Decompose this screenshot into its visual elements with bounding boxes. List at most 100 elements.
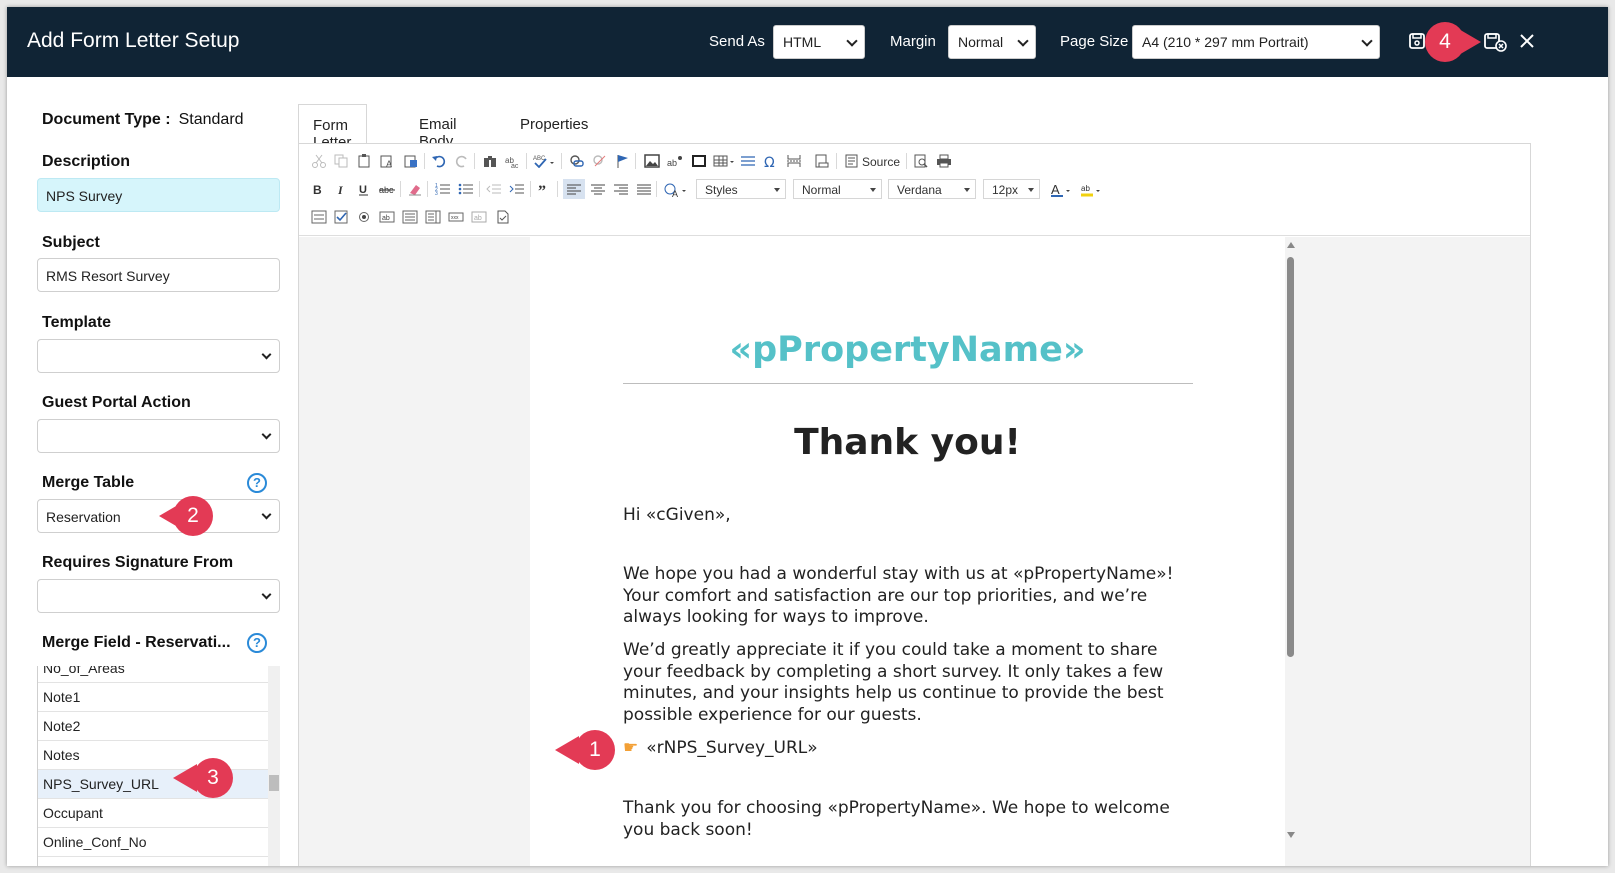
button-field-icon[interactable]: xxx [448, 210, 464, 224]
list-item[interactable]: Online_Conf_No [38, 828, 268, 857]
link-icon[interactable] [569, 154, 585, 168]
radio-icon[interactable] [357, 210, 373, 224]
textarea-icon[interactable] [402, 210, 418, 224]
align-right-icon[interactable] [613, 182, 629, 196]
spellcheck-icon[interactable]: ABC [533, 154, 555, 168]
source-label[interactable]: Source [862, 155, 900, 169]
underline-icon[interactable]: U [357, 182, 373, 196]
font-size-dropdown[interactable]: 12px [983, 179, 1040, 199]
redo-icon[interactable] [454, 154, 470, 168]
toolbar-separator [427, 181, 428, 197]
tab-form-letter[interactable]: Form Letter [298, 104, 368, 151]
text-field-icon[interactable]: ab [379, 210, 395, 224]
form-icon[interactable] [311, 210, 327, 224]
hidden-field-icon[interactable] [495, 210, 511, 224]
guest-portal-label: Guest Portal Action [42, 394, 191, 411]
preview-icon[interactable] [913, 154, 929, 168]
align-center-icon[interactable] [590, 182, 606, 196]
align-justify-icon[interactable] [636, 182, 652, 196]
margin-select[interactable]: Normal [948, 25, 1036, 59]
toolbar-separator [479, 181, 480, 197]
styles-dropdown[interactable]: Styles [696, 179, 786, 199]
scroll-up-icon[interactable] [1287, 242, 1295, 248]
table-icon[interactable] [713, 154, 735, 168]
tab-email-body[interactable]: Email Body [419, 104, 457, 150]
blockquote-icon[interactable]: ” [537, 182, 553, 196]
undo-icon[interactable] [431, 154, 447, 168]
merge-field-list: No_of_Areas Note1 Note2 Notes NPS_Survey… [37, 666, 280, 866]
letter-page[interactable]: «pPropertyName» Thank you! Hi «cGiven», … [530, 237, 1285, 866]
chevron-down-icon [1361, 35, 1373, 47]
list-item[interactable]: Note2 [38, 712, 268, 741]
indent-icon[interactable] [509, 182, 525, 196]
list-scrollbar[interactable] [268, 666, 280, 866]
description-input[interactable]: NPS Survey [37, 178, 280, 212]
paste-text-icon[interactable]: A [379, 154, 395, 168]
editor-canvas[interactable]: «pPropertyName» Thank you! Hi «cGiven», … [299, 237, 1530, 866]
italic-icon[interactable]: I [334, 182, 350, 196]
bullet-list-icon[interactable] [458, 182, 474, 196]
toolbar-separator [561, 153, 562, 169]
find-icon[interactable] [482, 154, 498, 168]
page-size-label: Page Size [1060, 33, 1129, 50]
abbr-icon[interactable]: ab [667, 154, 683, 168]
image-button-icon[interactable]: ab [471, 210, 487, 224]
svg-text:A: A [386, 159, 392, 168]
scroll-down-icon[interactable] [1287, 832, 1295, 838]
tab-properties[interactable]: Properties [520, 104, 588, 144]
print-icon[interactable] [936, 154, 952, 168]
list-item[interactable]: No_of_Areas [38, 666, 268, 683]
paste-icon[interactable] [357, 154, 373, 168]
language-icon[interactable]: A [663, 182, 687, 198]
paste-word-icon[interactable] [403, 154, 419, 168]
guest-portal-select[interactable] [37, 419, 280, 453]
align-left-icon[interactable] [563, 179, 585, 199]
bold-icon[interactable]: B [311, 182, 327, 196]
horizontal-rule-icon[interactable] [740, 154, 756, 168]
help-icon[interactable]: ? [247, 633, 267, 653]
font-size-value: 12px [992, 183, 1019, 197]
replace-icon[interactable]: ab ac [505, 154, 521, 168]
anchor-flag-icon[interactable] [615, 154, 631, 168]
list-item[interactable]: Note1 [38, 683, 268, 712]
cut-icon[interactable] [311, 154, 327, 168]
requires-signature-select[interactable] [37, 579, 280, 613]
setup-sidebar: Document Type : Standard Description NPS … [7, 77, 297, 866]
send-as-select[interactable]: HTML [773, 25, 865, 59]
template-label: Template [42, 314, 112, 331]
image-icon[interactable] [644, 154, 660, 168]
source-icon[interactable] [844, 154, 860, 168]
scrollbar-thumb[interactable] [1287, 257, 1294, 657]
numbered-list-icon[interactable]: 123 [435, 182, 451, 196]
background-color-icon[interactable]: ab [1080, 182, 1104, 197]
help-icon[interactable]: ? [247, 473, 267, 493]
close-icon[interactable] [1517, 31, 1539, 53]
page-break-icon[interactable] [786, 154, 802, 168]
checkbox-icon[interactable] [334, 210, 350, 224]
strikethrough-icon[interactable]: abc [379, 182, 395, 196]
list-item-selected[interactable]: NPS_Survey_URL [38, 770, 268, 799]
list-item[interactable]: Occupant [38, 799, 268, 828]
page-size-select[interactable]: A4 (210 * 297 mm Portrait) [1132, 25, 1380, 59]
iframe-icon[interactable] [814, 154, 830, 168]
paragraph-1: We hope you had a wonderful stay with us… [623, 564, 1174, 627]
text-color-icon[interactable]: A [1050, 182, 1074, 197]
unlink-icon[interactable] [592, 154, 608, 168]
special-char-icon[interactable]: Ω [763, 154, 779, 168]
font-dropdown[interactable]: Verdana [888, 179, 976, 199]
save-and-close-icon[interactable] [1483, 31, 1509, 53]
image-frame-icon[interactable] [691, 154, 707, 168]
survey-link-line: ☛ «rNPS_Survey_URL» [623, 738, 1198, 760]
subject-input[interactable]: RMS Resort Survey [37, 258, 280, 292]
scrollbar-thumb[interactable] [269, 775, 279, 791]
remove-format-icon[interactable] [407, 182, 423, 196]
document-type-value: Standard [178, 111, 244, 128]
select-field-icon[interactable] [425, 210, 441, 224]
template-select[interactable] [37, 339, 280, 373]
editor-scrollbar[interactable] [1285, 237, 1297, 866]
outdent-icon[interactable] [486, 182, 502, 196]
survey-url-merge-field[interactable]: «rNPS_Survey_URL» [646, 738, 817, 758]
copy-icon[interactable] [333, 154, 349, 168]
format-dropdown[interactable]: Normal [793, 179, 882, 199]
list-item[interactable]: Notes [38, 741, 268, 770]
